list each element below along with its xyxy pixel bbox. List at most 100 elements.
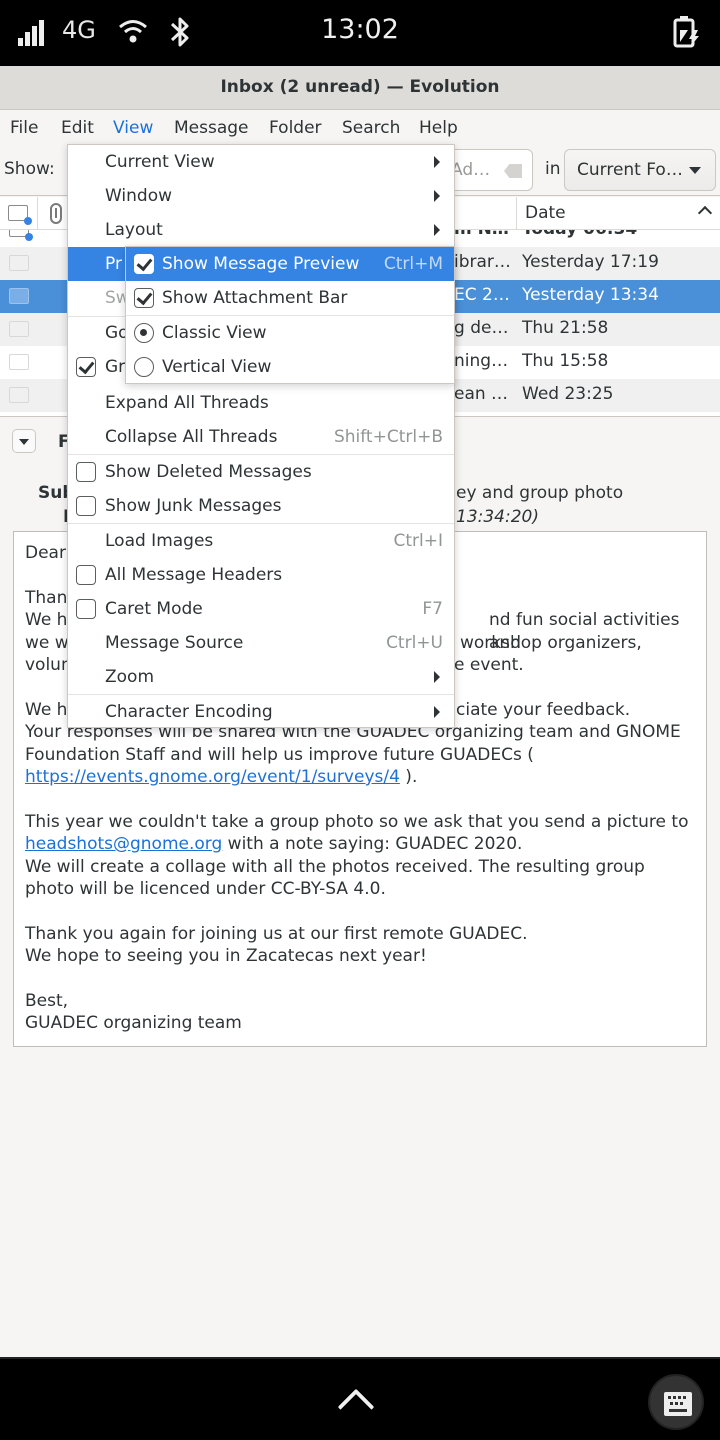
- menu-edit[interactable]: Edit: [61, 118, 94, 138]
- search-scope-dropdown[interactable]: Current Fo…: [564, 149, 716, 191]
- submenu-arrow-icon: [434, 224, 440, 236]
- submenu-arrow-icon: [434, 706, 440, 718]
- read-envelope-icon: [9, 321, 29, 337]
- radio-selected-icon[interactable]: [134, 323, 154, 343]
- menu-accelerator: Ctrl+U: [386, 633, 443, 653]
- menu-item-expand-all-threads[interactable]: Expand All Threads: [68, 386, 454, 420]
- menu-item-label: Gr: [105, 357, 126, 377]
- bottom-bar: [0, 1357, 720, 1440]
- menu-file[interactable]: File: [10, 118, 38, 138]
- menu-item-label: Show Deleted Messages: [105, 462, 312, 482]
- body-text: This year we couldn't take a group photo…: [25, 811, 689, 832]
- column-status[interactable]: [0, 197, 38, 230]
- chevron-down-icon: [689, 167, 701, 174]
- body-text: with a note saying: GUADEC 2020.: [222, 834, 523, 854]
- menu-item-load-images[interactable]: Load Images Ctrl+I: [68, 524, 454, 558]
- radio-unselected-icon[interactable]: [134, 357, 154, 377]
- checkbox-unchecked-icon[interactable]: [76, 565, 96, 585]
- view-menu: Current View Window Layout Pr Sw Go Gr E…: [67, 144, 455, 728]
- menu-item-collapse-all-threads[interactable]: Collapse All Threads Shift+Ctrl+B: [68, 420, 454, 454]
- menu-item-show-message-preview[interactable]: Show Message Preview Ctrl+M: [126, 247, 454, 281]
- menu-item-label: Zoom: [105, 667, 155, 687]
- unread-envelope-icon: [9, 230, 33, 241]
- menu-item-layout[interactable]: Layout: [68, 213, 454, 247]
- keyboard-toggle-button[interactable]: [648, 1374, 704, 1430]
- read-envelope-icon: [9, 354, 29, 370]
- body-text: Dear: [25, 543, 66, 563]
- in-label: in: [545, 159, 561, 179]
- menu-item-label: Vertical View: [162, 357, 272, 377]
- message-date: Yesterday 17:19: [522, 252, 659, 272]
- window-title: Inbox (2 unread) — Evolution: [0, 66, 720, 110]
- checkbox-unchecked-icon[interactable]: [76, 462, 96, 482]
- envelope-icon: [8, 205, 32, 225]
- menu-item-label: Message Source: [105, 633, 244, 653]
- body-text: Best,: [25, 990, 69, 1011]
- status-bar: 4G 13:02: [0, 0, 720, 66]
- menu-item-show-deleted[interactable]: Show Deleted Messages: [68, 455, 454, 489]
- menu-accelerator: Shift+Ctrl+B: [333, 427, 443, 447]
- submenu-arrow-icon: [434, 156, 440, 168]
- survey-link[interactable]: https://events.gnome.org/event/1/surveys…: [25, 767, 400, 787]
- keyboard-icon: [664, 1392, 692, 1416]
- message-subject: g de…: [454, 318, 509, 338]
- menu-item-all-message-headers[interactable]: All Message Headers: [68, 558, 454, 592]
- menu-item-character-encoding[interactable]: Character Encoding: [68, 695, 454, 729]
- menu-search[interactable]: Search: [342, 118, 400, 138]
- menu-item-classic-view[interactable]: Classic View: [126, 316, 454, 350]
- checkbox-unchecked-icon[interactable]: [76, 496, 96, 516]
- menu-item-label: Show Attachment Bar: [162, 288, 348, 308]
- menu-item-current-view[interactable]: Current View: [68, 145, 454, 179]
- submenu-arrow-icon: [434, 671, 440, 683]
- menu-help[interactable]: Help: [419, 118, 458, 138]
- battery-charging-icon: [673, 16, 699, 48]
- submenu-arrow-icon: [434, 190, 440, 202]
- menu-item-label: Show Junk Messages: [105, 496, 282, 516]
- body-text: e event.: [454, 655, 524, 675]
- clock: 13:02: [321, 14, 399, 45]
- collapse-headers-button[interactable]: [12, 429, 36, 453]
- search-placeholder: Ad…: [451, 160, 491, 180]
- chevron-up-icon[interactable]: [337, 1388, 375, 1426]
- menubar: File Edit View Message Folder Search Hel…: [0, 110, 720, 147]
- paperclip-icon: [50, 203, 62, 224]
- checkbox-checked-icon[interactable]: [134, 288, 154, 308]
- menu-item-vertical-view[interactable]: Vertical View: [126, 350, 454, 384]
- menu-item-zoom[interactable]: Zoom: [68, 660, 454, 694]
- menu-item-show-junk[interactable]: Show Junk Messages: [68, 489, 454, 523]
- body-text: Than: [25, 587, 68, 608]
- menu-message[interactable]: Message: [174, 118, 249, 138]
- message-subject: m N…: [454, 230, 509, 239]
- body-text: ciate your feedback.: [456, 699, 631, 720]
- message-date: Today 06:34: [522, 230, 637, 239]
- body-text: ).: [399, 767, 418, 787]
- checkbox-checked-icon[interactable]: [76, 357, 96, 377]
- date-column-label: Date: [525, 203, 566, 223]
- preview-submenu: Show Message Preview Ctrl+M Show Attachm…: [125, 246, 455, 384]
- menu-accelerator: F7: [422, 599, 443, 619]
- clear-search-icon[interactable]: [504, 164, 522, 178]
- menu-item-label: Current View: [105, 152, 215, 172]
- checkbox-unchecked-icon[interactable]: [76, 599, 96, 619]
- menu-item-message-source[interactable]: Message Source Ctrl+U: [68, 626, 454, 660]
- menu-accelerator: Ctrl+M: [383, 254, 443, 274]
- menu-item-caret-mode[interactable]: Caret Mode F7: [68, 592, 454, 626]
- menu-view[interactable]: View: [108, 118, 158, 147]
- menu-item-show-attachment-bar[interactable]: Show Attachment Bar: [126, 281, 454, 315]
- body-text: Thank you again for joining us at our fi…: [25, 923, 528, 944]
- column-attachment[interactable]: [38, 197, 68, 230]
- sort-ascending-icon: [697, 205, 713, 221]
- email-link[interactable]: headshots@gnome.org: [25, 834, 222, 854]
- menu-item-label: Window: [105, 186, 173, 206]
- message-date: Thu 21:58: [522, 318, 609, 338]
- menu-item-window[interactable]: Window: [68, 179, 454, 213]
- column-date[interactable]: Date: [516, 197, 720, 230]
- body-text: GUADEC organizing team: [25, 1013, 242, 1033]
- show-label: Show:: [4, 159, 55, 179]
- checkbox-checked-icon[interactable]: [134, 254, 154, 274]
- message-date: Thu 15:58: [522, 351, 609, 371]
- menu-item-label: Show Message Preview: [162, 254, 360, 274]
- message-date: Yesterday 13:34: [522, 285, 659, 305]
- menu-folder[interactable]: Folder: [269, 118, 322, 138]
- body-text: We h: [25, 699, 68, 720]
